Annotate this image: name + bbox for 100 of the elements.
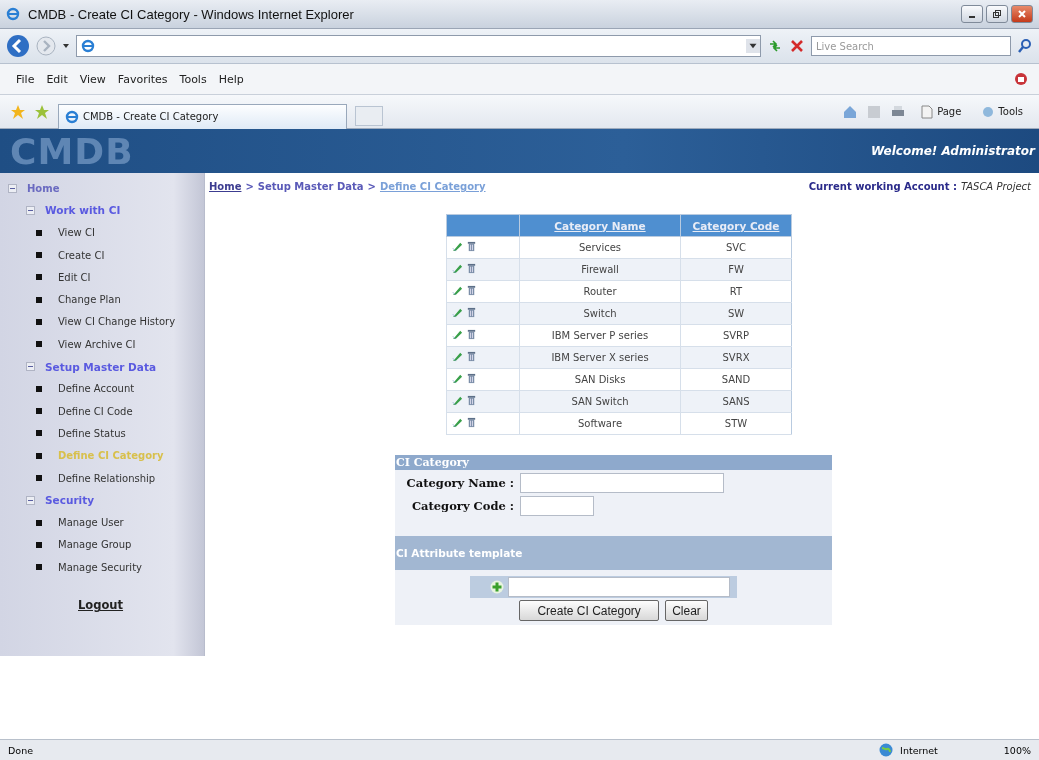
stop-icon[interactable] xyxy=(789,38,805,54)
menu-item[interactable]: File xyxy=(10,70,41,88)
nav-link[interactable]: Create CI xyxy=(58,249,105,261)
add-icon[interactable] xyxy=(490,580,504,594)
bullet-icon xyxy=(36,475,42,481)
bullet-icon xyxy=(36,318,42,325)
edit-icon[interactable] xyxy=(452,417,463,428)
restore-button[interactable] xyxy=(986,5,1008,23)
edit-icon[interactable] xyxy=(452,263,463,274)
nav-link[interactable]: View CI xyxy=(58,227,95,239)
zone-text: Internet xyxy=(900,744,938,756)
status-text: Done xyxy=(8,744,33,756)
menu-item[interactable]: Favorites xyxy=(111,70,174,88)
page-icon xyxy=(920,104,935,119)
nav-link[interactable]: Define Account xyxy=(58,383,135,395)
dropdown-icon[interactable] xyxy=(746,37,760,55)
table-cell: SW xyxy=(680,302,792,325)
bullet-icon xyxy=(36,541,42,548)
breadcrumb-link[interactable]: Home xyxy=(209,181,242,192)
breadcrumb-separator: > xyxy=(245,181,254,192)
bullet-icon xyxy=(36,564,42,571)
close-button[interactable] xyxy=(1011,5,1033,23)
tree-item[interactable]: Work with CI xyxy=(45,204,121,217)
form-button[interactable]: Clear xyxy=(665,600,708,621)
collapse-icon[interactable] xyxy=(26,495,35,505)
form-button[interactable]: Create CI Category xyxy=(519,600,660,621)
star-icon[interactable] xyxy=(10,103,26,120)
search-icon[interactable] xyxy=(1017,38,1033,54)
table-cell: Firewall xyxy=(519,258,681,281)
table-cell: STW xyxy=(680,412,792,435)
nav-link[interactable]: Edit CI xyxy=(58,271,91,283)
nav-link[interactable]: Change Plan xyxy=(58,294,121,306)
close-icon xyxy=(1017,9,1027,19)
window-title: CMDB - Create CI Category - Windows Internet Explorer xyxy=(28,6,354,22)
tree-item[interactable]: Security xyxy=(45,494,95,507)
nav-link[interactable]: Define CI Code xyxy=(58,405,133,417)
breadcrumb-link[interactable]: Setup Master Data xyxy=(257,181,364,192)
table-cell: Software xyxy=(519,412,681,435)
nav-link[interactable]: Define Relationship xyxy=(58,472,156,484)
table-cell: SANS xyxy=(680,390,792,413)
edit-icon[interactable] xyxy=(452,307,463,318)
search-field[interactable]: Live Search xyxy=(811,36,1011,56)
nav-link[interactable]: Manage User xyxy=(58,517,124,529)
input-field[interactable] xyxy=(508,577,730,597)
section-header: CI Category xyxy=(395,455,832,470)
nav-link[interactable]: View Archive CI xyxy=(58,338,136,350)
table-cell: SVC xyxy=(680,236,792,259)
bullet-icon xyxy=(36,274,42,281)
edit-icon[interactable] xyxy=(452,241,463,252)
toolbar-addon-icon[interactable] xyxy=(1013,71,1029,87)
edit-icon[interactable] xyxy=(452,373,463,384)
trash-icon[interactable] xyxy=(466,285,477,296)
trash-icon[interactable] xyxy=(466,263,477,274)
table-cell: FW xyxy=(680,258,792,281)
trash-icon[interactable] xyxy=(466,373,477,384)
input-field[interactable] xyxy=(520,496,594,516)
table-cell: SAN Disks xyxy=(519,368,681,391)
table-cell: Router xyxy=(519,280,681,303)
globe-icon xyxy=(878,742,895,758)
browser-tab[interactable]: CMDB - Create CI Category xyxy=(58,103,347,129)
collapse-icon[interactable] xyxy=(26,205,35,215)
edit-icon[interactable] xyxy=(452,395,463,406)
back-button[interactable] xyxy=(6,34,30,58)
trash-icon[interactable] xyxy=(466,351,477,362)
menu-item[interactable]: Edit xyxy=(40,70,74,88)
page-menu-button[interactable]: Page xyxy=(914,103,968,120)
trash-icon[interactable] xyxy=(466,241,477,252)
refresh-icon[interactable] xyxy=(767,38,783,54)
dropdown-icon[interactable] xyxy=(62,42,70,50)
welcome-text: Welcome! Administrator xyxy=(871,144,1035,158)
restore-icon xyxy=(992,9,1002,19)
trash-icon[interactable] xyxy=(466,329,477,340)
bullet-icon xyxy=(36,430,42,437)
edit-icon[interactable] xyxy=(452,285,463,296)
collapse-icon[interactable] xyxy=(26,362,35,371)
edit-icon[interactable] xyxy=(452,329,463,340)
trash-icon[interactable] xyxy=(466,395,477,406)
table-cell: RT xyxy=(680,280,792,303)
home-icon[interactable] xyxy=(842,103,859,120)
collapse-icon[interactable] xyxy=(8,183,17,193)
menu-item[interactable]: Help xyxy=(212,70,250,88)
nav-link[interactable]: Manage Group xyxy=(58,539,132,551)
menu-item[interactable]: View xyxy=(73,70,112,88)
tools-menu-button[interactable]: Tools xyxy=(975,103,1029,120)
logout-link[interactable]: Logout xyxy=(78,598,124,613)
address-field[interactable] xyxy=(76,35,761,57)
tree-item[interactable]: Setup Master Data xyxy=(45,360,156,373)
nav-link[interactable]: Manage Security xyxy=(58,561,142,573)
edit-icon[interactable] xyxy=(452,351,463,362)
menu-item[interactable]: Tools xyxy=(173,70,213,88)
table-cell: SAND xyxy=(680,368,792,391)
nav-link[interactable]: View CI Change History xyxy=(58,316,176,328)
nav-link[interactable]: Define Status xyxy=(58,427,126,439)
input-field[interactable] xyxy=(520,473,724,493)
bullet-icon xyxy=(36,296,42,303)
trash-icon[interactable] xyxy=(466,417,477,428)
trash-icon[interactable] xyxy=(466,307,477,318)
zoom-button[interactable]: 100% xyxy=(1003,744,1031,756)
bullet-icon xyxy=(36,341,42,348)
minimize-button[interactable] xyxy=(961,5,983,23)
